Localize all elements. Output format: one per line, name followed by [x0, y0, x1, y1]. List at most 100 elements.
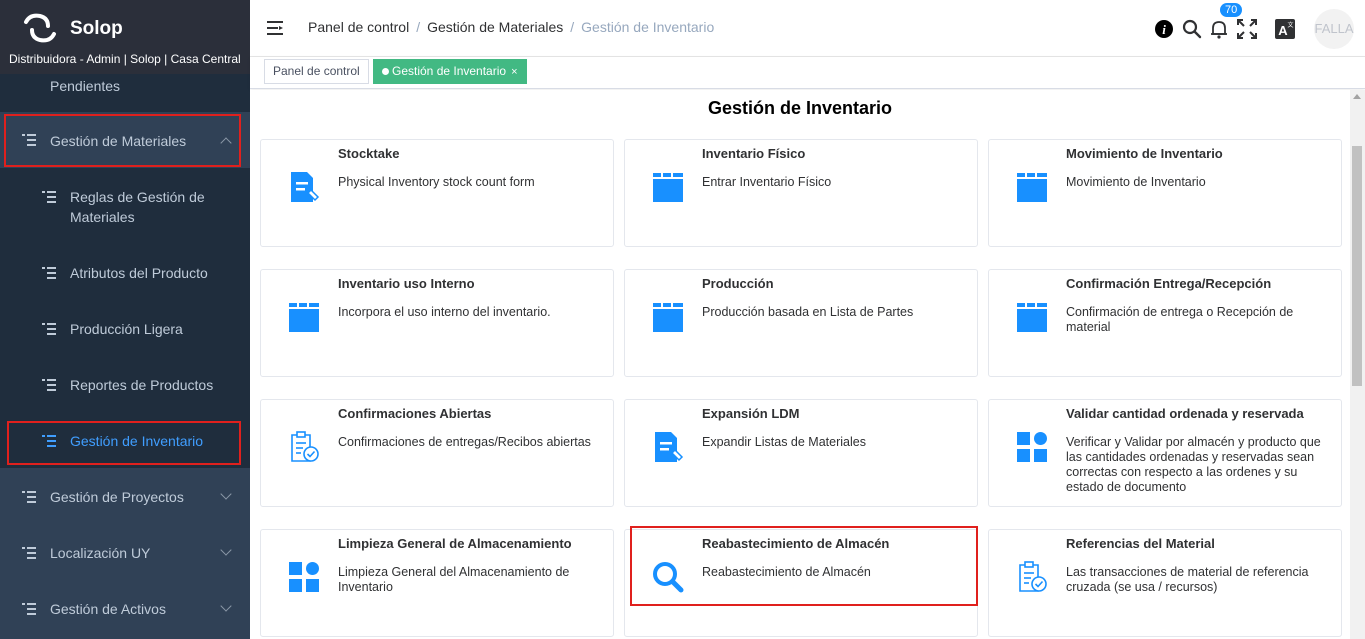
- card-limpieza-general[interactable]: Limpieza General de Almacenamiento Limpi…: [260, 529, 614, 637]
- card-produccion[interactable]: Producción Producción basada en Lista de…: [624, 269, 978, 377]
- card-description: Entrar Inventario Físico: [702, 175, 832, 189]
- page-title: Gestión de Inventario: [707, 98, 893, 118]
- info-icon[interactable]: i: [1155, 20, 1173, 38]
- grid-icon: [289, 562, 319, 592]
- sidebar-item-localizacion-uy[interactable]: Localización UY: [0, 524, 250, 580]
- tag-label: Panel de control: [273, 64, 360, 78]
- card-description: Expandir Listas de Materiales: [702, 435, 866, 449]
- card-title: Inventario uso Interno: [338, 276, 475, 291]
- clipboard-check-icon: [291, 431, 319, 462]
- sidebar-item-gestion-proyectos[interactable]: Gestión de Proyectos: [0, 468, 250, 524]
- card-confirmacion-entrega[interactable]: Confirmación Entrega/Recepción Confirmac…: [988, 269, 1342, 377]
- fullscreen-icon[interactable]: [1237, 19, 1257, 39]
- list-icon: [22, 603, 36, 615]
- card-description: Physical Inventory stock count form: [338, 175, 535, 189]
- brand-subtitle: Distribuidora - Admin | Solop | Casa Cen…: [9, 52, 241, 66]
- breadcrumb: Panel de control / Gestión de Materiales / G…: [308, 19, 715, 35]
- avatar[interactable]: FALLA: [1314, 9, 1354, 49]
- list-icon: [42, 191, 56, 203]
- folder-icon: [1017, 303, 1047, 332]
- svg-text:文: 文: [1287, 21, 1293, 29]
- highlight-box-materiales: [4, 114, 241, 167]
- card-title: Limpieza General de Almacenamiento: [338, 536, 572, 551]
- chevron-down-icon: [220, 488, 232, 500]
- sidebar-item-reglas[interactable]: Reglas de Gestión de Materiales: [0, 168, 250, 244]
- card-description: Movimiento de Inventario: [1066, 175, 1206, 189]
- sidebar-item-label: Atributos del Producto: [70, 265, 208, 281]
- sidebar-item-label: Producción Ligera: [70, 321, 183, 337]
- card-validar-cantidad[interactable]: Validar cantidad ordenada y reservada Ve…: [988, 399, 1342, 507]
- brand: Solop Distribuidora - Admin | Solop | Ca…: [0, 0, 250, 74]
- list-icon: [42, 379, 56, 391]
- card-description: Las transacciones de material de referen…: [1066, 565, 1309, 594]
- search-icon[interactable]: [1182, 19, 1202, 39]
- card-referencias-material[interactable]: Referencias del Material Las transaccion…: [988, 529, 1342, 637]
- chevron-down-icon: [220, 600, 232, 612]
- highlight-box-reabastecimiento: [630, 526, 978, 606]
- notification-badge: 70: [1220, 3, 1243, 17]
- card-description: Limpieza General del Almacenamiento de I…: [338, 565, 570, 594]
- card-description: Incorpora el uso interno del inventario.: [338, 305, 551, 319]
- folder-icon: [653, 173, 683, 202]
- close-icon[interactable]: ×: [511, 66, 517, 78]
- sidebar-item-reportes[interactable]: Reportes de Productos: [0, 356, 250, 412]
- sidebar-item-label: Pendientes: [50, 78, 121, 94]
- card-movimiento-inventario[interactable]: Movimiento de Inventario Movimiento de I…: [988, 139, 1342, 247]
- clipboard-check-icon: [1019, 561, 1047, 592]
- card-confirmaciones-abiertas[interactable]: Confirmaciones Abiertas Confirmaciones d…: [260, 399, 614, 507]
- sidebar-item-produccion-ligera[interactable]: Producción Ligera: [0, 300, 250, 356]
- list-icon: [22, 547, 36, 559]
- scroll-up-arrow-icon[interactable]: [1353, 94, 1361, 99]
- form-edit-icon: [655, 432, 684, 462]
- sidebar-item-label: Gestión de Activos: [50, 601, 166, 617]
- active-dot-icon: [382, 68, 389, 75]
- card-description: Confirmación de entrega o Recepción de m…: [1066, 305, 1294, 334]
- card-title: Stocktake: [338, 146, 400, 161]
- card-title: Producción: [702, 276, 774, 291]
- card-description: Producción basada en Lista de Partes: [702, 305, 914, 319]
- breadcrumb-item[interactable]: Gestión de Materiales: [427, 19, 563, 35]
- sidebar-item-gestion-activos[interactable]: Gestión de Activos: [0, 580, 250, 636]
- card-title: Referencias del Material: [1066, 536, 1215, 551]
- tag-panel-control[interactable]: Panel de control: [264, 59, 369, 84]
- tag-gestion-inventario[interactable]: Gestión de Inventario ×: [373, 59, 527, 84]
- folder-icon: [1017, 173, 1047, 202]
- card-inventario-uso-interno[interactable]: Inventario uso Interno Incorpora el uso …: [260, 269, 614, 377]
- solop-logo-icon: [24, 13, 56, 43]
- svg-text:i: i: [1162, 22, 1166, 37]
- bell-icon[interactable]: [1210, 19, 1228, 39]
- sidebar-item-label: Reportes de Productos: [70, 377, 214, 393]
- sidebar-item-pendientes[interactable]: Pendientes: [0, 74, 250, 112]
- card-title: Movimiento de Inventario: [1066, 146, 1223, 161]
- card-title: Confirmaciones Abiertas: [338, 406, 492, 421]
- list-icon: [22, 491, 36, 503]
- list-icon: [42, 323, 56, 335]
- card-title: Validar cantidad ordenada y reservada: [1066, 406, 1304, 421]
- breadcrumb-item[interactable]: Panel de control: [308, 19, 409, 35]
- card-title: Expansión LDM: [702, 406, 800, 421]
- brand-name: Solop: [70, 18, 123, 39]
- form-edit-icon: [291, 172, 320, 202]
- sidebar: Solop Distribuidora - Admin | Solop | Ca…: [0, 0, 250, 639]
- card-stocktake[interactable]: Stocktake Physical Inventory stock count…: [260, 139, 614, 247]
- card-title: Confirmación Entrega/Recepción: [1066, 276, 1272, 291]
- sidebar-item-atributos[interactable]: Atributos del Producto: [0, 244, 250, 300]
- translate-icon[interactable]: A文: [1275, 19, 1295, 39]
- tag-label: Gestión de Inventario: [392, 64, 507, 78]
- chevron-down-icon: [220, 544, 232, 556]
- list-icon: [42, 267, 56, 279]
- scrollbar-thumb[interactable]: [1352, 146, 1362, 386]
- sidebar-item-label: Localización UY: [50, 545, 151, 561]
- tags-view: Panel de control Gestión de Inventario ×: [250, 57, 1365, 89]
- card-description: Verificar y Validar por almacén y produc…: [1066, 435, 1321, 494]
- card-expansion-ldm[interactable]: Expansión LDM Expandir Listas de Materia…: [624, 399, 978, 507]
- highlight-box-inventario: [7, 421, 241, 465]
- folder-icon: [653, 303, 683, 332]
- card-description: Confirmaciones de entregas/Recibos abier…: [338, 435, 591, 449]
- sidebar-item-label: Reglas de Gestión de Materiales: [70, 189, 205, 225]
- main-content: Gestión de Inventario Stocktake Physical…: [250, 90, 1365, 639]
- card-inventario-fisico[interactable]: Inventario Físico Entrar Inventario Físi…: [624, 139, 978, 247]
- menu-toggle-icon[interactable]: [267, 21, 283, 35]
- grid-icon: [1017, 432, 1047, 462]
- card-title: Inventario Físico: [702, 146, 806, 161]
